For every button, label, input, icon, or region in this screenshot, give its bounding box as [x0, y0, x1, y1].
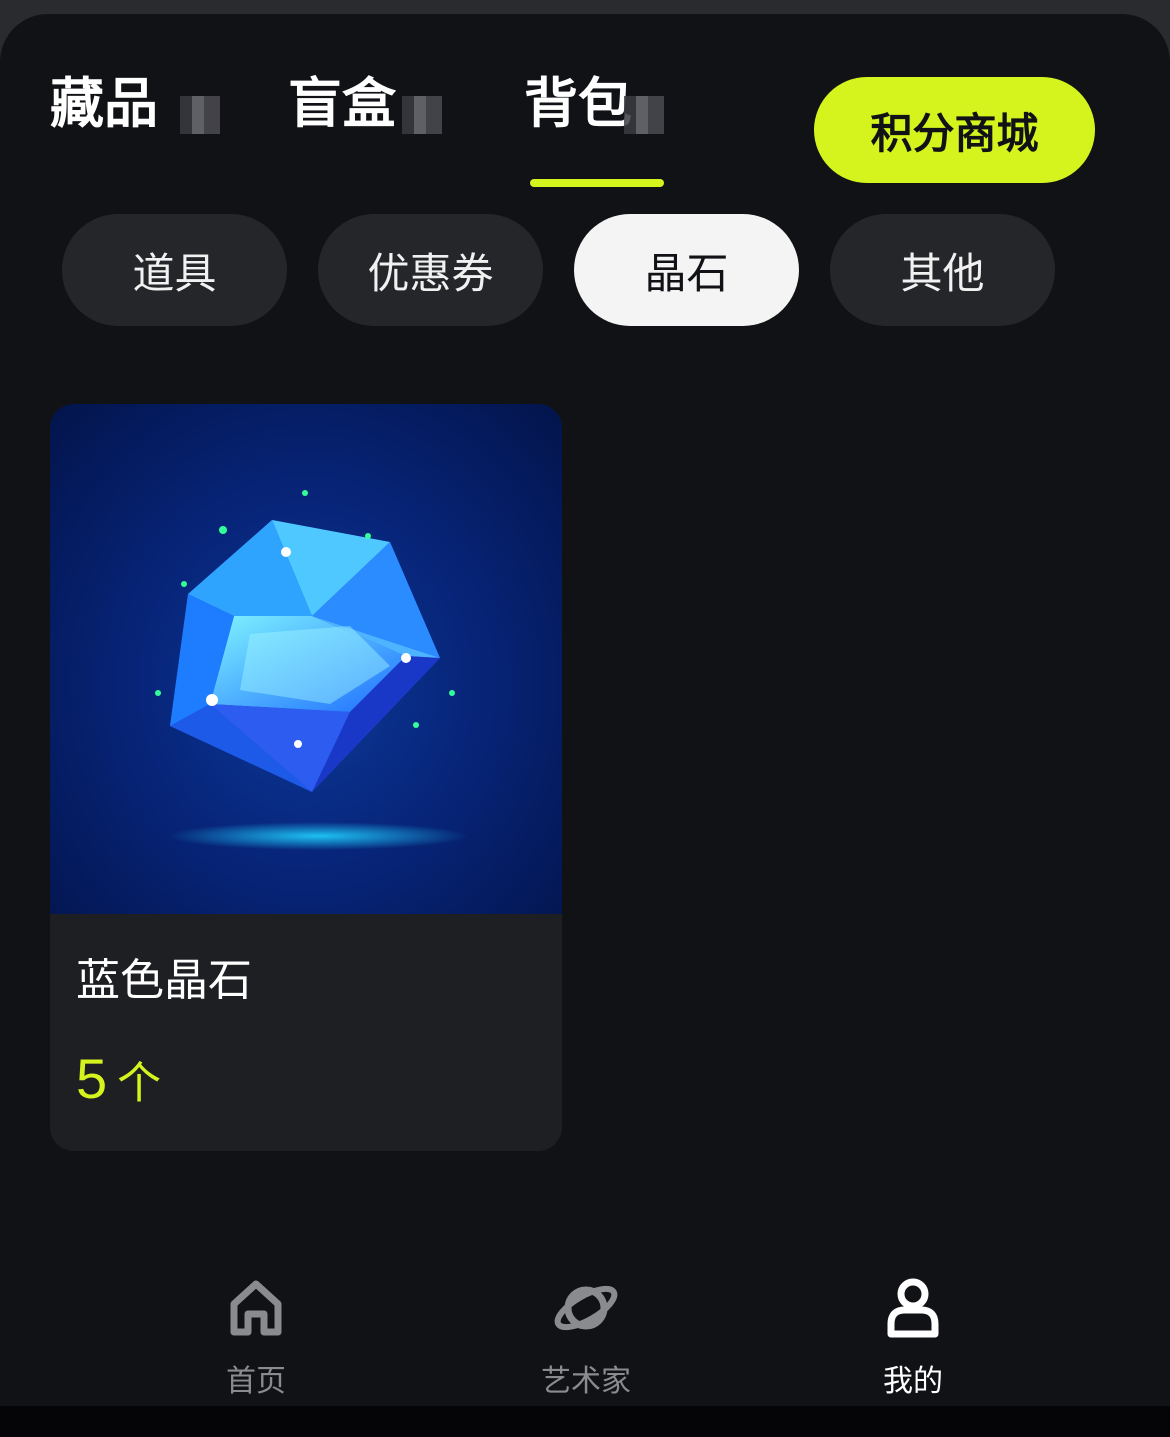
item-quantity-unit: 个: [117, 1058, 162, 1109]
category-other[interactable]: 其他: [830, 214, 1055, 326]
tab-blind-box-badge: [402, 96, 442, 134]
tab-backpack-badge: [624, 96, 664, 134]
category-crystals[interactable]: 晶石: [574, 214, 799, 326]
tab-blind-box[interactable]: 盲盒: [288, 72, 396, 136]
nav-profile-label: 我的: [883, 1364, 943, 1399]
category-props[interactable]: 道具: [62, 214, 287, 326]
nav-home-label: 首页: [226, 1364, 286, 1399]
nav-artists-label: 艺术家: [541, 1364, 631, 1399]
blue-crystal-image: [50, 404, 562, 914]
home-icon: [230, 1280, 282, 1336]
tab-collections[interactable]: 藏品: [50, 72, 158, 136]
tab-backpack[interactable]: 背包: [524, 72, 632, 136]
points-mall-button[interactable]: 积分商城: [814, 77, 1095, 183]
planet-icon: [554, 1285, 618, 1331]
tab-collections-badge: [180, 96, 220, 134]
category-coupons[interactable]: 优惠券: [318, 214, 543, 326]
user-icon: [887, 1278, 939, 1338]
nav-profile[interactable]: 我的: [823, 1272, 1003, 1406]
item-card[interactable]: 蓝色晶石 5个: [50, 404, 562, 1151]
item-quantity: 5个: [76, 1044, 161, 1128]
item-quantity-value: 5: [76, 1047, 108, 1110]
item-name: 蓝色晶石: [76, 955, 252, 1006]
app-screen: 藏品 盲盒 背包 积分商城 道具 优惠券 晶石 其他 蓝色晶石 5 个 首页 艺…: [0, 14, 1170, 1406]
nav-artists[interactable]: 艺术家: [496, 1272, 676, 1406]
active-tab-indicator: [530, 179, 664, 187]
home-indicator-area: [0, 1406, 1170, 1437]
nav-home[interactable]: 首页: [166, 1272, 346, 1406]
